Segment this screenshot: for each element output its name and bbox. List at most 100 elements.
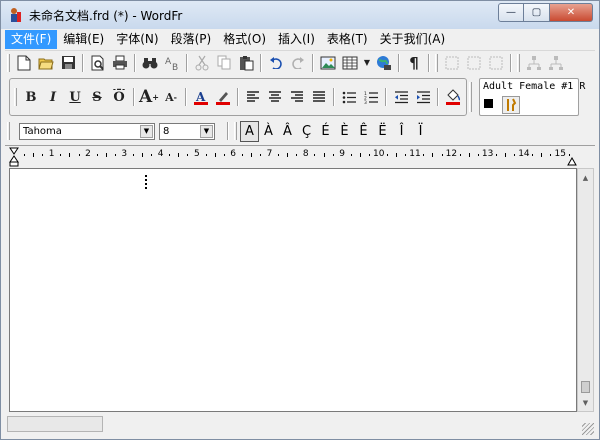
open-button[interactable] [35,52,57,74]
accent-char-button[interactable]: Ç [297,121,316,142]
fill-color-button[interactable] [442,86,464,108]
ruler-number: 10 [373,149,385,159]
italic-button[interactable]: I [42,86,64,108]
ruler-number: 14 [518,149,530,159]
left-indent-marker-icon[interactable] [9,147,19,167]
menu-paragraph[interactable]: 段落(P) [165,30,218,49]
ruler-number: 13 [481,149,494,159]
accent-char-button[interactable]: Î [392,121,411,142]
right-indent-marker-icon[interactable] [567,156,577,166]
menu-file[interactable]: 文件(F) [5,30,58,49]
menu-edit[interactable]: 编辑(E) [57,30,110,49]
highlighter-icon [216,92,230,105]
new-document-icon [17,55,31,70]
accent-char-button[interactable]: A [240,120,259,142]
frame-button-2[interactable] [463,52,485,74]
print-preview-button[interactable] [87,52,109,74]
chevron-up-icon: ▲ [582,173,589,182]
increase-indent-button[interactable] [412,86,434,108]
new-document-button[interactable] [13,52,35,74]
chevron-down-icon[interactable]: ▼ [200,124,213,138]
minimize-button[interactable]: — [498,3,524,22]
toolbar-grip[interactable] [14,88,17,106]
overline-button[interactable]: Ō [108,86,130,108]
chevron-down-icon[interactable]: ▼ [140,124,153,138]
accent-char-button[interactable]: Ï [411,121,430,142]
menu-about[interactable]: 关于我们(A) [374,30,452,49]
scroll-up-button[interactable]: ▲ [578,169,593,186]
title-bar[interactable]: 未命名文档.frd (*) - WordFr — ▢ ✕ [1,1,599,29]
find-button[interactable] [139,52,161,74]
grow-font-button[interactable]: A + [138,86,160,108]
network-icon [527,55,541,70]
menu-table[interactable]: 表格(T) [321,30,374,49]
ruler-tick [287,153,289,157]
copy-button[interactable] [213,52,235,74]
menu-format[interactable]: 格式(O) [217,30,272,49]
redo-button[interactable] [287,52,309,74]
voice-selector[interactable]: Adult Female #1 R [479,78,585,116]
print-button[interactable] [109,52,131,74]
vertical-scrollbar[interactable]: ▲ ▼ [577,168,594,412]
insert-link-button[interactable] [373,52,395,74]
document-editor[interactable] [9,168,577,412]
toolbar-grip[interactable] [517,53,520,72]
resize-grip[interactable] [582,423,594,435]
decrease-indent-button[interactable] [390,86,412,108]
cut-button[interactable] [191,52,213,74]
font-color-button[interactable]: A [190,86,212,108]
table-dropdown-button[interactable]: ▼ [361,52,373,74]
highlight-button[interactable] [212,86,234,108]
underline-button[interactable]: U [64,86,86,108]
accent-char-button[interactable]: Ë [373,121,392,142]
toolbar-grip[interactable] [234,122,237,140]
paragraph-mark-button[interactable]: ¶ [403,52,425,74]
undo-button[interactable] [265,52,287,74]
ruler-number: 8 [302,149,309,159]
ruler-tick [178,153,180,157]
network-button-2[interactable] [545,52,567,74]
paste-button[interactable] [235,52,257,74]
insert-table-button[interactable] [339,52,361,74]
maximize-button[interactable]: ▢ [524,3,550,22]
accent-char-button[interactable]: É [316,121,335,142]
toolbar-grip[interactable] [7,53,10,72]
toolbar-grip[interactable] [435,53,438,72]
scroll-down-button[interactable]: ▼ [578,394,593,411]
bold-button[interactable]: B [20,86,42,108]
menu-font[interactable]: 字体(N) [110,30,164,49]
frame-button-1[interactable] [441,52,463,74]
scroll-thumb[interactable] [581,381,590,393]
shrink-font-button[interactable]: A- [160,86,182,108]
justify-button[interactable] [308,86,330,108]
font-family-select[interactable]: Tahoma ▼ [19,122,155,140]
align-center-button[interactable] [264,86,286,108]
replace-button[interactable]: AB [161,52,183,74]
ruler-tick [78,154,80,156]
frame-button-3[interactable] [485,52,507,74]
align-left-button[interactable] [242,86,264,108]
accent-char-button[interactable]: À [259,121,278,142]
ruler-tick [332,154,334,156]
numbered-list-button[interactable]: 123 [360,86,382,108]
stop-icon[interactable] [484,99,493,108]
network-button-1[interactable] [523,52,545,74]
align-right-button[interactable] [286,86,308,108]
menu-insert[interactable]: 插入(I) [272,30,321,49]
close-button[interactable]: ✕ [550,3,593,22]
ruler-tick [441,154,443,156]
accent-char-button[interactable]: Â [278,121,297,142]
ruler-number: 9 [339,149,345,159]
ruler[interactable]: 1 2 3 4 5 6 7 8 9 10 11 12 13 14 15 [5,145,595,167]
insert-image-button[interactable] [317,52,339,74]
strikethrough-button[interactable]: S [86,86,108,108]
bullet-list-button[interactable] [338,86,360,108]
save-button[interactable] [57,52,79,74]
speech-tools-button[interactable] [502,96,520,114]
toolbar-grip[interactable] [469,82,472,112]
toolbar-grip[interactable] [7,122,10,140]
accent-char-button[interactable]: È [335,121,354,142]
font-size-select[interactable]: 8 ▼ [159,122,215,140]
ruler-number: 2 [85,149,91,159]
accent-char-button[interactable]: Ê [354,121,373,142]
